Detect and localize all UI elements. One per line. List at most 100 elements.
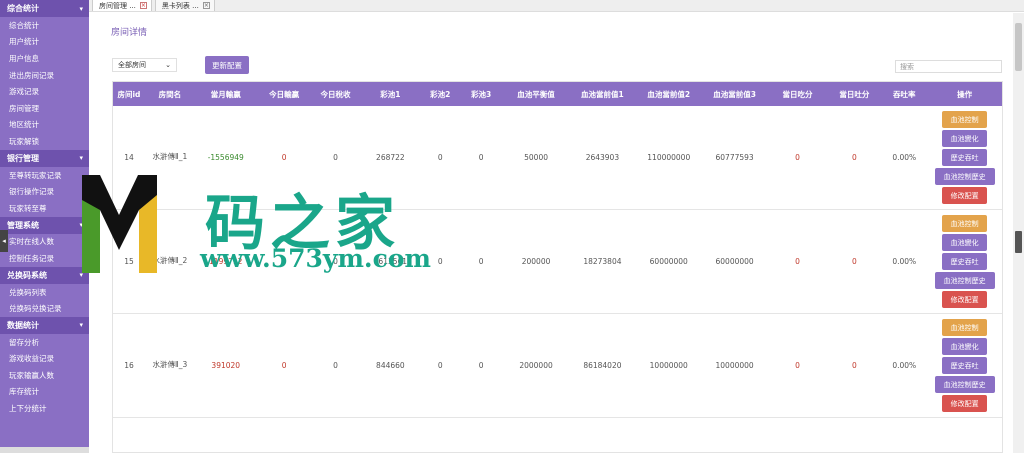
sidebar-section-header[interactable]: 银行管理 ▾ <box>0 149 89 167</box>
chevron-down-icon: ▾ <box>79 154 83 163</box>
edit-config-button[interactable]: 修改配置 <box>942 187 988 204</box>
update-config-button[interactable]: 更新配置 <box>205 56 249 74</box>
table-cell-balance: 200000 <box>521 257 551 266</box>
blood-pool-change-button[interactable]: 血池變化 <box>942 234 988 251</box>
column-header: 今日稅收 <box>320 89 351 99</box>
blood-pool-change-button[interactable]: 血池變化 <box>942 130 988 147</box>
sidebar-section-header[interactable]: 综合统计 ▾ <box>0 0 89 17</box>
table-cell-balance: 50000 <box>524 153 548 162</box>
column-header: 彩池3 <box>471 89 492 99</box>
sidebar-item[interactable]: 游戏收益记录 <box>0 351 89 368</box>
page-title: 房间详情 <box>111 28 148 38</box>
table-cell-cur2: 10000000 <box>649 361 688 370</box>
history-throughput-button[interactable]: 歷史吞吐 <box>942 149 988 166</box>
table-cell-actions: 血池控制血池變化歷史吞吐血池控制歷史 修改配置 <box>927 314 1002 417</box>
blood-pool-control-history-button[interactable]: 血池控制歷史 <box>934 168 995 185</box>
table-cell-cur2: 110000000 <box>647 153 691 162</box>
blood-pool-control-button[interactable]: 血池控制 <box>942 111 988 128</box>
table-cell-name: 水滸傳Ⅱ_3 <box>152 360 188 370</box>
close-icon[interactable]: × <box>202 2 210 9</box>
table-cell-today: 0 <box>281 361 287 370</box>
table-cell-rate: 0.00% <box>892 257 917 266</box>
sidebar-collapse-handle[interactable]: ◂ <box>0 230 8 252</box>
sidebar-item[interactable]: 兑换码兑换记录 <box>0 300 89 317</box>
sidebar-item[interactable]: 综合统计 <box>0 17 89 34</box>
table-cell-cur1: 18273804 <box>583 257 622 266</box>
column-header: 血池當前值2 <box>647 89 691 99</box>
column-header: 血池當前值1 <box>581 89 624 99</box>
sidebar-section-title: 银行管理 <box>7 153 39 163</box>
tab-label: 房间管理 ... <box>99 1 136 10</box>
sidebar-section-title: 综合统计 <box>7 4 39 13</box>
sidebar-section-title: 管理系统 <box>7 220 39 230</box>
table-cell-cur1: 86184020 <box>583 361 622 370</box>
chevron-down-icon: ▾ <box>79 321 83 330</box>
column-header: 當日吃分 <box>782 89 813 99</box>
table-cell-spit: 0 <box>851 257 857 266</box>
scrollbar-thumb[interactable] <box>1015 23 1022 71</box>
room-select[interactable]: 全部房间 ⌄ <box>112 58 177 72</box>
table-cell-cur2: 60000000 <box>649 257 688 266</box>
edit-config-button[interactable]: 修改配置 <box>942 395 988 412</box>
blood-pool-control-button[interactable]: 血池控制 <box>942 319 988 336</box>
page-scrollbar[interactable] <box>1013 13 1024 453</box>
table-cell-id: 16 <box>124 361 134 370</box>
column-header: 房间id <box>117 89 141 99</box>
history-throughput-button[interactable]: 歷史吞吐 <box>942 357 988 374</box>
sidebar-item[interactable]: 上下分统计 <box>0 400 89 417</box>
column-header: 當月輸贏 <box>210 89 241 99</box>
blood-pool-control-history-button[interactable]: 血池控制歷史 <box>934 272 995 289</box>
sidebar-item[interactable]: 房间管理 <box>0 100 89 117</box>
table-cell-rate: 0.00% <box>892 153 917 162</box>
close-icon[interactable]: × <box>139 2 147 9</box>
table-cell-pool3: 0 <box>478 257 484 266</box>
sidebar-item[interactable]: 兑换码列表 <box>0 284 89 301</box>
sidebar-item[interactable]: 用户信息 <box>0 50 89 67</box>
sidebar-item[interactable]: 玩家输赢人数 <box>0 367 89 384</box>
edit-config-button[interactable]: 修改配置 <box>942 291 988 308</box>
sidebar-item[interactable]: 用户统计 <box>0 34 89 51</box>
sidebar-item[interactable]: 至尊转玩家记录 <box>0 167 89 184</box>
blood-pool-control-history-button[interactable]: 血池控制歷史 <box>934 376 995 393</box>
sidebar-item[interactable]: 进出房间记录 <box>0 67 89 84</box>
column-header: 房間名 <box>158 89 182 99</box>
sidebar-item[interactable]: 实时在线人数 <box>0 234 89 251</box>
table-cell-cur1: 2643903 <box>585 153 620 162</box>
column-header: 血池平衡值 <box>517 89 555 99</box>
sidebar-item[interactable]: 库存统计 <box>0 384 89 401</box>
table-cell-pool1: 844660 <box>376 361 405 370</box>
blood-pool-control-button[interactable]: 血池控制 <box>942 215 988 232</box>
tab-blackcard-list[interactable]: 黑卡列表 ... × <box>154 0 215 11</box>
tab-bar: 房间管理 ... × 黑卡列表 ... × <box>89 0 1024 12</box>
table-cell-rate: 0.00% <box>892 361 917 370</box>
room-select-value: 全部房间 <box>118 61 146 69</box>
table-cell-eat: 0 <box>795 361 800 370</box>
sidebar-item[interactable]: 银行操作记录 <box>0 183 89 200</box>
column-header: 吞吐率 <box>892 89 916 99</box>
sidebar-scrollbar[interactable] <box>0 447 89 453</box>
table-header: 房间id 房間名 當月輸贏 今日輸贏 今日稅收 彩池1 彩池2 彩池3 血池平衡值 血池當前值1 血… <box>113 82 1002 106</box>
column-header: 血池當前值3 <box>713 89 756 99</box>
column-header: 彩池2 <box>430 89 451 99</box>
sidebar-item[interactable]: 游戏记录 <box>0 83 89 100</box>
column-header: 操作 <box>957 89 973 99</box>
sidebar-item[interactable]: 地区统计 <box>0 117 89 134</box>
table-cell-cur3: 60000000 <box>715 257 754 266</box>
sidebar-item[interactable]: 控制任务记录 <box>0 250 89 267</box>
table-cell-pool3: 0 <box>478 153 484 162</box>
sidebar-item[interactable]: 玩家解锁 <box>0 133 89 150</box>
sidebar-item[interactable]: 玩家转至尊 <box>0 200 89 217</box>
sidebar-section-title: 兑换码系统 <box>7 270 47 280</box>
sidebar-section-header[interactable]: 兑换码系统 ▾ <box>0 266 89 284</box>
watermark-logo-icon <box>82 175 157 273</box>
search-input[interactable]: 搜索 <box>895 60 1002 73</box>
column-header: 今日輸贏 <box>269 89 300 99</box>
sidebar-section-header[interactable]: 管理系统 ▾ <box>0 216 89 234</box>
blood-pool-change-button[interactable]: 血池變化 <box>942 338 988 355</box>
sidebar-section-header[interactable]: 数据统计 ▾ <box>0 316 89 334</box>
tab-room-management[interactable]: 房间管理 ... × <box>92 0 152 11</box>
history-throughput-button[interactable]: 歷史吞吐 <box>942 253 988 270</box>
table-cell-eat: 0 <box>795 153 800 162</box>
sidebar-item[interactable]: 留存分析 <box>0 334 89 351</box>
table-cell-eat: 0 <box>795 257 800 266</box>
